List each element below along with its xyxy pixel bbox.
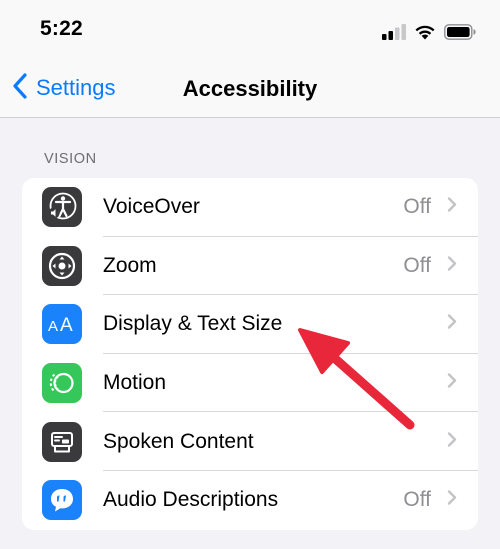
row-motion[interactable]: Motion (22, 354, 478, 413)
accessibility-screen: 5:22 Settings Accessibility VISION Voice… (0, 0, 500, 549)
zoom-icon (42, 245, 82, 286)
row-label: VoiceOver (103, 195, 200, 219)
page-title: Accessibility (182, 76, 318, 101)
row-spoken-content[interactable]: Spoken Content (22, 412, 478, 471)
row-value: Off (403, 195, 431, 219)
row-value: Off (403, 488, 431, 512)
status-bar: 5:22 (0, 0, 500, 62)
row-audio-descriptions[interactable]: Audio Descriptions Off (22, 471, 478, 530)
row-label: Motion (103, 371, 167, 395)
row-label: Display & Text Size (103, 312, 283, 336)
svg-text:A: A (48, 318, 58, 335)
motion-icon (42, 363, 82, 404)
chevron-right-icon (447, 490, 457, 511)
chevron-right-icon (447, 255, 457, 276)
audio-descriptions-icon (42, 480, 82, 521)
navigation-bar: Settings Accessibility (0, 62, 500, 118)
cellular-signal-icon (382, 24, 406, 40)
section-header-vision: VISION (44, 151, 97, 167)
status-time: 5:22 (40, 17, 83, 40)
row-value: Off (403, 253, 431, 277)
voiceover-icon (42, 187, 82, 228)
chevron-right-icon (447, 197, 457, 218)
chevron-right-icon (447, 431, 457, 452)
row-label: Zoom (103, 253, 157, 277)
status-icons (382, 22, 476, 42)
row-label: Spoken Content (103, 429, 254, 453)
row-zoom[interactable]: Zoom Off (22, 237, 478, 296)
chevron-right-icon (447, 373, 457, 394)
spoken-content-icon (42, 421, 82, 462)
row-label: Audio Descriptions (103, 488, 279, 512)
wifi-icon (414, 24, 436, 40)
row-voiceover[interactable]: VoiceOver Off (22, 178, 478, 237)
row-display-text-size[interactable]: A A Display & Text Size (22, 295, 478, 354)
text-size-icon: A A (42, 304, 82, 345)
chevron-right-icon (447, 314, 457, 335)
svg-text:A: A (60, 315, 73, 336)
vision-settings-list: VoiceOver Off Zoom Off A A Display & Tex… (22, 178, 478, 530)
battery-icon (444, 24, 476, 40)
